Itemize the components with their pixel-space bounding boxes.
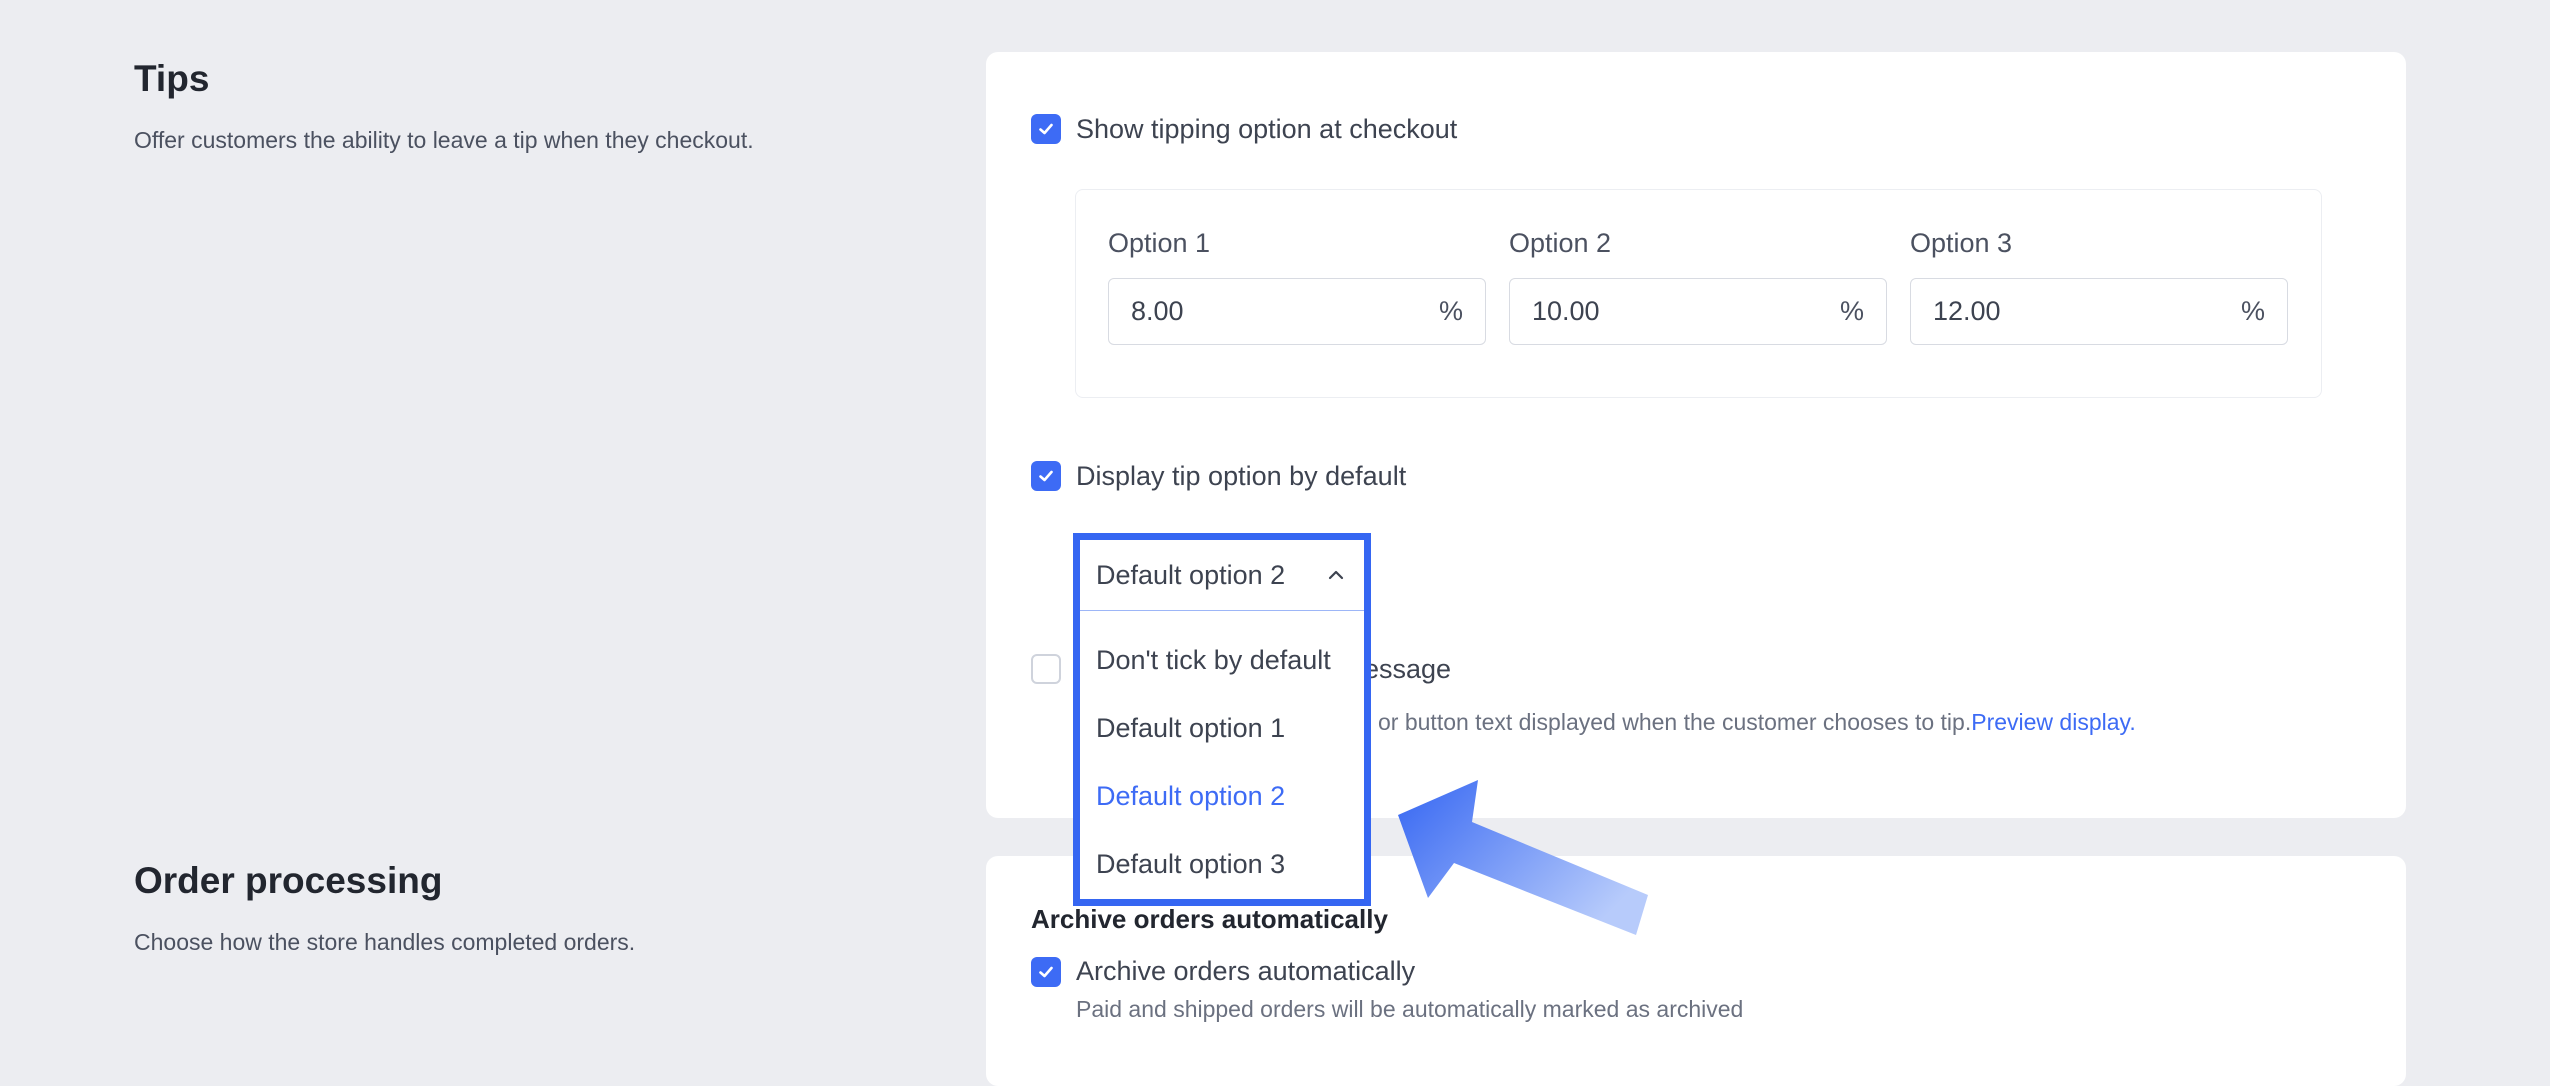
custom-message-label: essage	[1364, 654, 1452, 684]
option-1-input[interactable]: 8.00 %	[1108, 278, 1486, 345]
tips-section-description: Offer customers the ability to leave a t…	[134, 127, 754, 153]
archive-checkbox[interactable]	[1031, 957, 1061, 987]
option-2-input[interactable]: 10.00 %	[1509, 278, 1887, 345]
check-icon	[1039, 966, 1053, 978]
default-option-select[interactable]: Default option 2	[1080, 540, 1364, 611]
percent-unit: %	[2240, 296, 2265, 326]
percent-unit: %	[1839, 296, 1864, 326]
option-1-value: 8.00	[1131, 296, 1184, 326]
custom-message-checkbox[interactable]	[1031, 654, 1061, 684]
option-3-label: Option 3	[1910, 228, 2013, 258]
option-3-input[interactable]: 12.00 %	[1910, 278, 2288, 345]
custom-message-help: or button text displayed when the custom…	[1378, 709, 2136, 736]
option-2-label: Option 2	[1509, 228, 1612, 258]
option-2-value: 10.00	[1532, 296, 1600, 326]
show-tipping-label: Show tipping option at checkout	[1076, 114, 1458, 144]
check-icon	[1039, 123, 1053, 135]
archive-label: Archive orders automatically	[1076, 956, 1416, 986]
show-tipping-checkbox[interactable]	[1031, 114, 1061, 144]
check-icon	[1039, 470, 1053, 482]
percent-unit: %	[1438, 296, 1463, 326]
archive-heading: Archive orders automatically	[1031, 904, 1388, 934]
archive-help: Paid and shipped orders will be automati…	[1076, 996, 1744, 1022]
dropdown-option-2[interactable]: Default option 2	[1080, 775, 1364, 843]
order-processing-title: Order processing	[134, 860, 443, 901]
default-option-dropdown: Default option 2 Don't tick by default D…	[1073, 533, 1371, 906]
default-option-selected: Default option 2	[1096, 559, 1286, 590]
option-1-label: Option 1	[1108, 228, 1211, 258]
annotation-arrow-icon	[1398, 780, 1648, 935]
custom-message-help-text: or button text displayed when the custom…	[1378, 709, 1972, 735]
display-default-checkbox[interactable]	[1031, 461, 1061, 491]
dropdown-option-3[interactable]: Default option 3	[1080, 843, 1364, 899]
dropdown-option-1[interactable]: Default option 1	[1080, 707, 1364, 775]
dropdown-option-dont-tick[interactable]: Don't tick by default	[1080, 639, 1364, 707]
chevron-up-icon	[1328, 570, 1344, 580]
preview-display-link[interactable]: Preview display.	[1971, 709, 2135, 735]
order-processing-description: Choose how the store handles completed o…	[134, 929, 636, 955]
option-3-value: 12.00	[1933, 296, 2001, 326]
display-default-label: Display tip option by default	[1076, 461, 1407, 491]
tips-section-title: Tips	[134, 58, 210, 99]
